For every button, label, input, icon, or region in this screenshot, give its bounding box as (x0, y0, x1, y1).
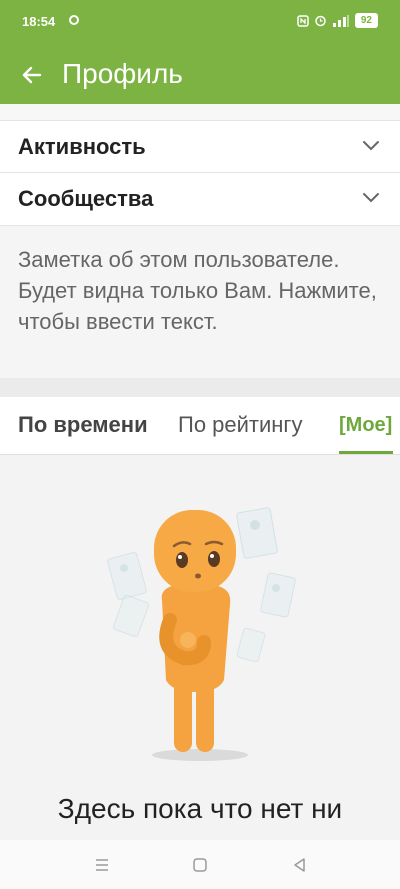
back-triangle-icon[interactable] (290, 855, 310, 875)
section-divider (0, 378, 400, 397)
empty-state-message: Здесь пока что нет ни (57, 793, 343, 824)
app-bar: Профиль (0, 46, 400, 104)
thinking-character-illustration (107, 507, 296, 761)
top-spacer (0, 104, 400, 120)
paper-icon (112, 594, 150, 638)
sort-tabs: По времени По рейтингу [Мое] (0, 397, 400, 455)
status-time: 18:54 (22, 14, 56, 29)
tab-by-time[interactable]: По времени (18, 412, 148, 438)
status-icons: 92 (297, 13, 378, 28)
battery-level: 92 (354, 13, 378, 28)
arrow-left-icon[interactable] (20, 63, 44, 87)
paper-icon (260, 572, 296, 618)
menu-icon[interactable] (92, 855, 112, 875)
user-note-placeholder: Заметка об этом пользователе. Будет видн… (18, 247, 377, 334)
status-bar: 18:54 92 (0, 0, 400, 46)
tab-by-rating[interactable]: По рейтингу (178, 412, 302, 438)
empty-state: Здесь пока что нет ни (0, 455, 400, 840)
section-communities[interactable]: Сообщества (0, 172, 400, 225)
tab-selected-indicator (339, 451, 393, 454)
nfc-icon (297, 14, 309, 27)
signal-icon (332, 14, 349, 27)
section-activity[interactable]: Активность (0, 120, 400, 173)
page-title: Профиль (62, 58, 183, 89)
section-communities-label: Сообщества (18, 186, 154, 211)
system-nav-bar (0, 840, 400, 889)
paper-icon (236, 627, 266, 663)
chevron-down-icon (363, 141, 379, 151)
sync-icon (69, 15, 79, 25)
paper-icon (107, 552, 147, 600)
chevron-down-icon (363, 193, 379, 203)
tab-mine[interactable]: [Мое] (339, 414, 392, 437)
home-square-icon[interactable] (190, 855, 210, 875)
section-activity-label: Активность (18, 134, 146, 159)
paper-icon (236, 507, 278, 559)
alarm-icon (315, 15, 326, 27)
user-note-field[interactable]: Заметка об этом пользователе. Будет видн… (0, 225, 400, 379)
